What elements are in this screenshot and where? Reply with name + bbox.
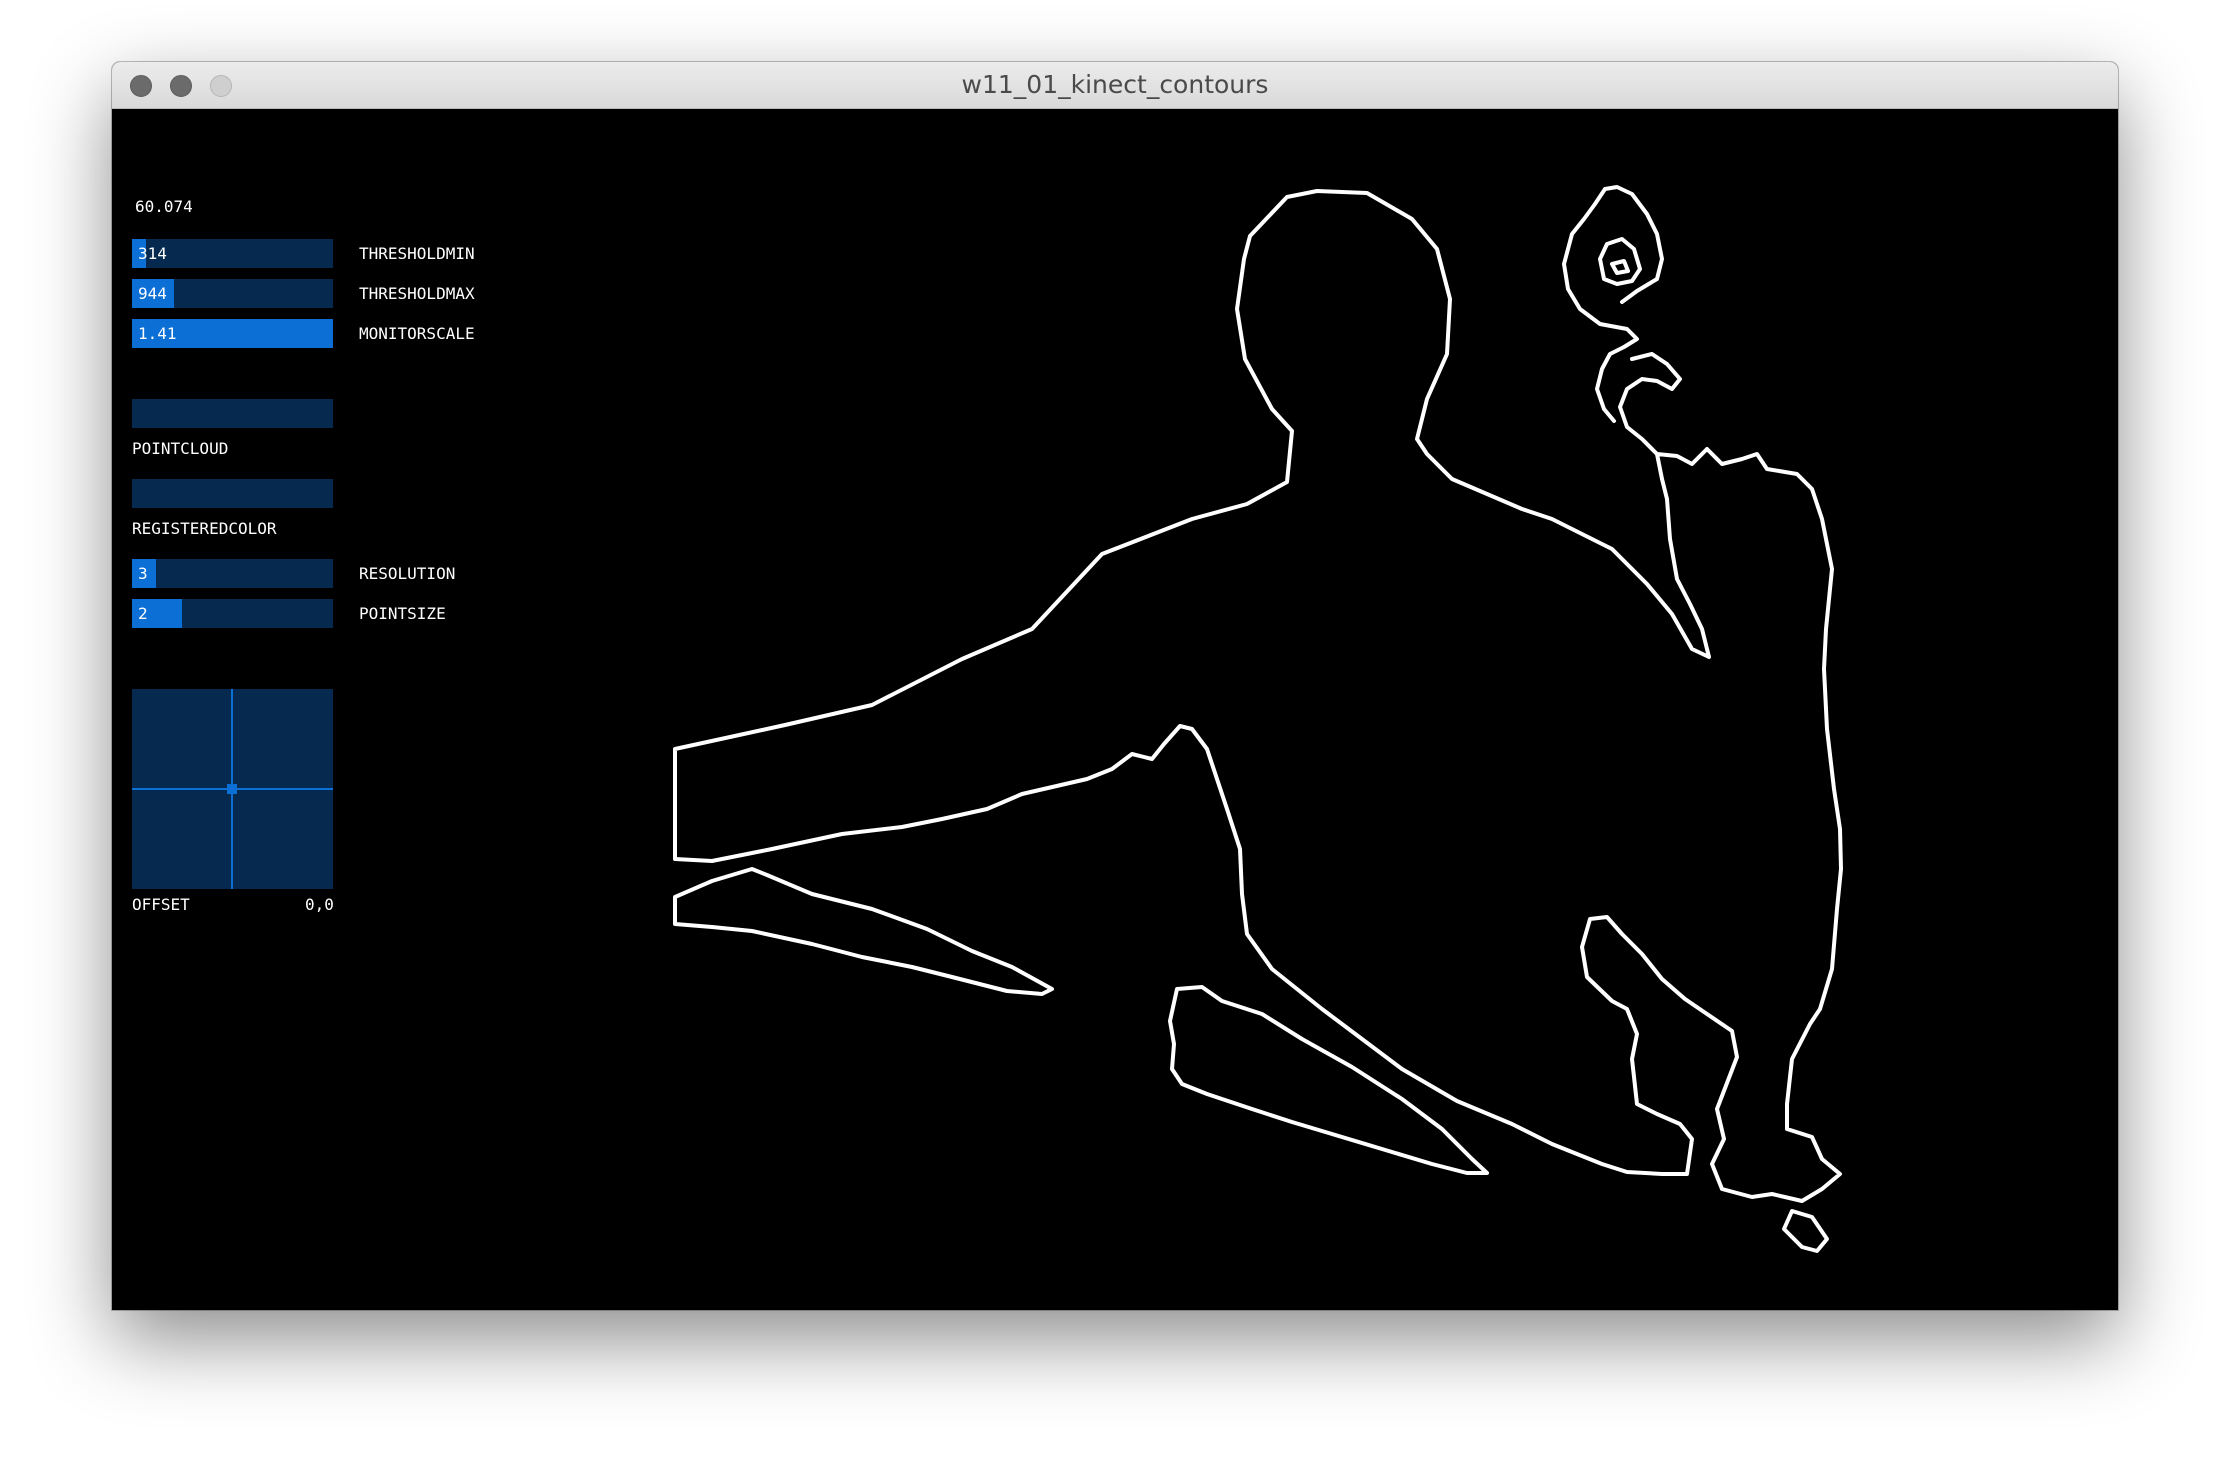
fps-readout: 60.074 bbox=[135, 197, 193, 216]
slider-value: 3 bbox=[138, 564, 148, 583]
slider-label: RESOLUTION bbox=[359, 564, 456, 583]
slider-label: THRESHOLDMAX bbox=[359, 284, 475, 303]
offset-pad[interactable] bbox=[132, 689, 333, 889]
slider-label: POINTSIZE bbox=[359, 604, 446, 623]
slider-thresholdmin[interactable]: 314 THRESHOLDMIN bbox=[132, 239, 475, 268]
toggle-label-registeredcolor: REGISTEREDCOLOR bbox=[132, 519, 277, 538]
slider-monitorscale[interactable]: 1.41 MONITORSCALE bbox=[132, 319, 475, 348]
slider-pointsize[interactable]: 2 POINTSIZE bbox=[132, 599, 446, 628]
slider-value: 2 bbox=[138, 604, 148, 623]
shin-contour bbox=[673, 867, 1054, 996]
foot-contour bbox=[1782, 1209, 1829, 1253]
head-loop-outer bbox=[1562, 185, 1664, 423]
slider-label: THRESHOLDMIN bbox=[359, 244, 475, 263]
app-window: w11_01_kinect_contours 60.074 314 THRESH… bbox=[112, 62, 2118, 1310]
render-canvas[interactable]: 60.074 314 THRESHOLDMIN 944 THRESHOLDMAX… bbox=[112, 109, 2118, 1310]
window-title: w11_01_kinect_contours bbox=[961, 70, 1269, 99]
head-loop-center bbox=[1610, 259, 1630, 275]
offset-value: 0,0 bbox=[305, 895, 334, 914]
slider-label: MONITORSCALE bbox=[359, 324, 475, 343]
slider-resolution[interactable]: 3 RESOLUTION bbox=[132, 559, 455, 588]
slider-value: 1.41 bbox=[138, 324, 177, 343]
toggle-label-pointcloud: POINTCLOUD bbox=[132, 439, 229, 458]
body-contour bbox=[673, 189, 1843, 1203]
slider-thresholdmax[interactable]: 944 THRESHOLDMAX bbox=[132, 279, 475, 308]
hand-loop bbox=[1618, 352, 1682, 456]
pad-handle[interactable] bbox=[227, 784, 237, 794]
toggle-registeredcolor[interactable] bbox=[132, 479, 333, 508]
slider-value: 944 bbox=[138, 284, 167, 303]
offset-label: OFFSET bbox=[132, 895, 190, 914]
toggle-pointcloud[interactable] bbox=[132, 399, 333, 428]
slider-value: 314 bbox=[138, 244, 167, 263]
title-bar: w11_01_kinect_contours bbox=[112, 62, 2118, 109]
